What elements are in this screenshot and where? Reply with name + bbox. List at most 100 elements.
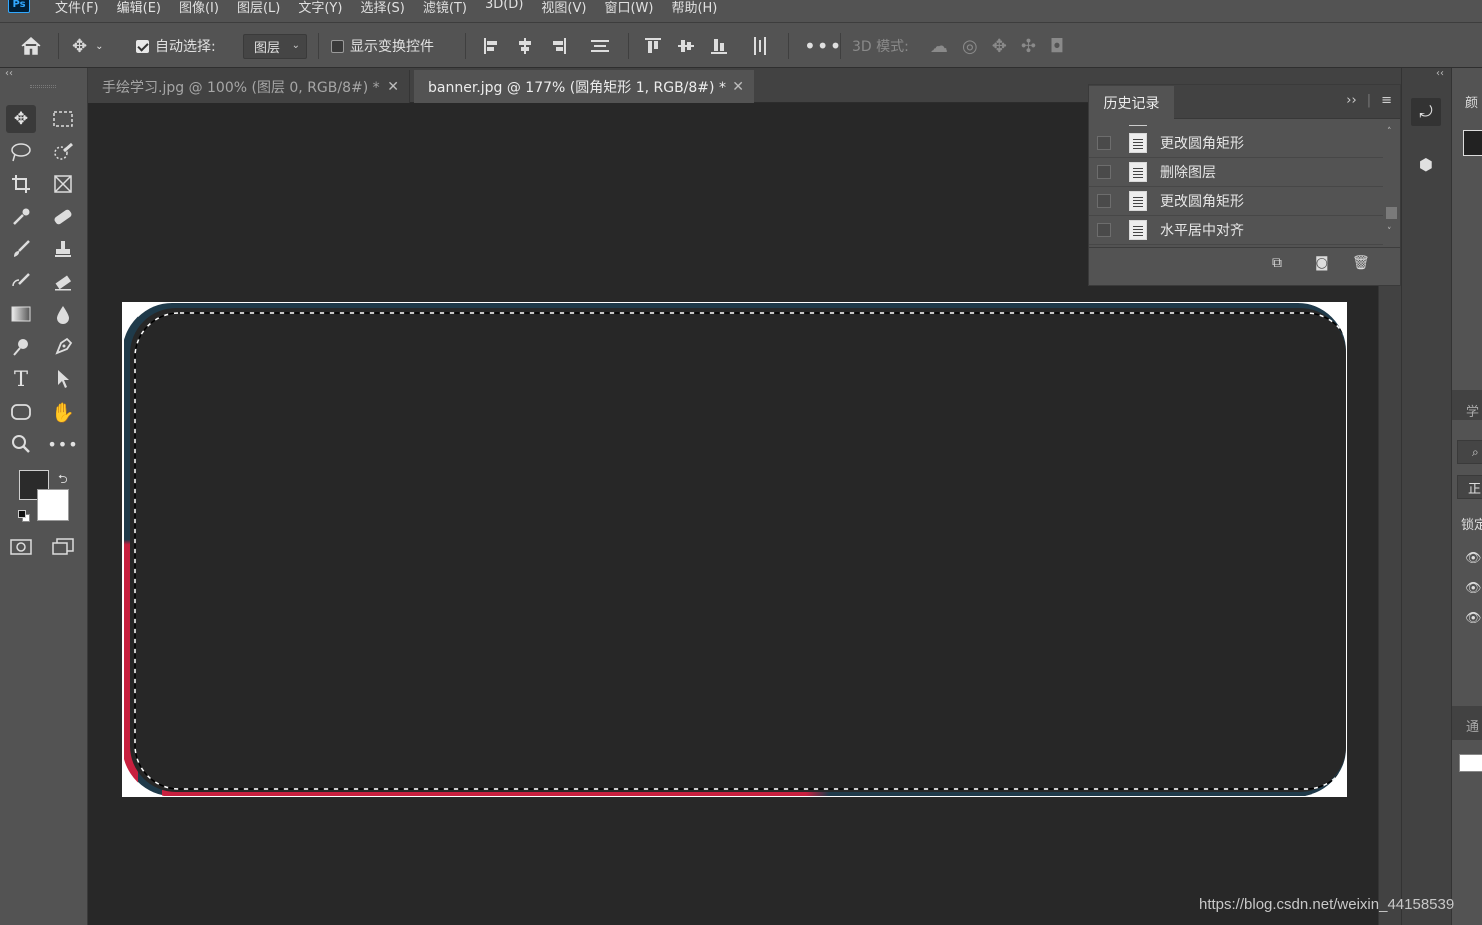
default-colors-icon[interactable] — [18, 510, 31, 523]
close-icon[interactable]: ✕ — [387, 79, 399, 95]
collapse-arrows-icon[interactable]: ‹‹ — [1436, 68, 1444, 79]
channel-thumbnail[interactable] — [1459, 754, 1482, 772]
align-vertical-center-icon[interactable] — [677, 37, 695, 55]
camera-3d-icon[interactable]: ◘ — [1050, 36, 1064, 57]
history-item[interactable]: 删除图层 — [1089, 158, 1383, 187]
panel-menu-icon[interactable]: ≡ — [1381, 93, 1392, 108]
collapse-arrows-icon[interactable]: ‹‹ — [5, 68, 13, 79]
eye-icon[interactable]: 👁 — [1465, 551, 1482, 566]
menu-layer[interactable]: 图层(L) — [237, 0, 280, 16]
orbit-3d-icon[interactable]: ☁ — [930, 36, 948, 57]
history-item[interactable]: 更改圆角矩形 — [1089, 187, 1383, 216]
lasso-tool-icon[interactable] — [6, 138, 36, 166]
marquee-tool-icon[interactable] — [48, 105, 78, 133]
healing-brush-tool-icon[interactable] — [48, 203, 78, 231]
quick-mask-icon[interactable] — [6, 533, 36, 561]
scroll-up-icon[interactable]: ˄ — [1387, 127, 1392, 137]
scrollbar-thumb[interactable] — [1386, 207, 1397, 219]
brush-tool-icon[interactable] — [6, 235, 36, 263]
history-brush-tool-icon[interactable] — [6, 268, 36, 296]
eraser-tool-icon[interactable] — [48, 268, 78, 296]
quick-selection-tool-icon[interactable] — [48, 138, 78, 166]
learn-panel-tab[interactable]: 学 — [1466, 401, 1479, 420]
align-top-icon[interactable] — [644, 37, 662, 55]
align-left-icon[interactable] — [483, 37, 501, 55]
history-brush-source-checkbox[interactable] — [1097, 194, 1111, 208]
zoom-tool-icon[interactable] — [6, 430, 36, 458]
eyedropper-tool-icon[interactable] — [6, 203, 36, 231]
screen-mode-icon[interactable] — [48, 533, 78, 561]
3d-mode-label: 3D 模式: — [852, 39, 909, 55]
chevron-down-icon: ⌄ — [291, 40, 300, 51]
history-panel-header: 历史记录 ›› | ≡ — [1089, 85, 1400, 119]
background-color-swatch[interactable] — [37, 489, 69, 521]
options-bar: ✥ ⌄ 自动选择: 图层 ⌄ 显示变换控件 ••• 3D 模式: ☁ ◎ ✥ ✣ … — [0, 22, 1482, 68]
history-brush-source-checkbox[interactable] — [1097, 165, 1111, 179]
home-icon[interactable] — [20, 23, 42, 69]
gradient-tool-icon[interactable] — [6, 300, 36, 328]
history-item[interactable]: 水平居中对齐 — [1089, 216, 1383, 245]
clone-stamp-tool-icon[interactable] — [48, 235, 78, 263]
collapse-panel-icon[interactable]: ›› — [1346, 93, 1356, 108]
separator — [465, 33, 466, 59]
frame-tool-icon[interactable] — [48, 170, 78, 198]
new-document-from-state-icon[interactable]: ⧉ — [1272, 255, 1282, 271]
menu-view[interactable]: 视图(V) — [541, 0, 586, 16]
crop-tool-icon[interactable] — [6, 170, 36, 198]
hand-tool-icon[interactable]: ✋ — [48, 398, 78, 426]
search-icon[interactable]: ⌕ — [1457, 440, 1482, 464]
distribute-vertical-icon[interactable] — [751, 23, 769, 69]
menu-edit[interactable]: 编辑(E) — [117, 0, 161, 16]
scroll-down-icon[interactable]: ˅ — [1387, 227, 1392, 237]
auto-select-target-dropdown[interactable]: 图层 ⌄ — [243, 34, 307, 59]
menu-file[interactable]: 文件(F) — [55, 0, 99, 16]
auto-select-checkbox[interactable]: 自动选择: — [136, 23, 216, 69]
align-bottom-icon[interactable] — [710, 37, 728, 55]
3d-panel-icon[interactable]: ⬢ — [1411, 150, 1441, 178]
show-transform-checkbox[interactable]: 显示变换控件 — [331, 23, 434, 69]
color-swatch[interactable] — [1463, 130, 1482, 156]
menu-image[interactable]: 图像(I) — [179, 0, 219, 16]
document-canvas[interactable] — [122, 302, 1347, 797]
edit-toolbar-icon[interactable]: ••• — [47, 430, 78, 458]
distribute-horizontal-icon[interactable] — [590, 23, 610, 69]
menu-type[interactable]: 文字(Y) — [298, 0, 342, 16]
pen-tool-icon[interactable] — [48, 333, 78, 361]
history-panel-title[interactable]: 历史记录 — [1089, 86, 1174, 119]
close-icon[interactable]: ✕ — [732, 79, 744, 95]
history-brush-source-checkbox[interactable] — [1097, 223, 1111, 237]
move-tool-icon[interactable]: ✥ — [6, 105, 36, 133]
tab-document-2[interactable]: banner.jpg @ 177% (圆角矩形 1, RGB/8#) * ✕ — [414, 70, 754, 103]
align-right-icon[interactable] — [549, 37, 567, 55]
history-brush-source-checkbox[interactable] — [1097, 136, 1111, 150]
path-selection-tool-icon[interactable] — [48, 365, 78, 393]
color-panel-tab[interactable]: 颜 — [1465, 92, 1478, 111]
channels-panel-tab[interactable]: 通 — [1466, 716, 1479, 735]
type-tool-icon[interactable]: T — [6, 365, 36, 393]
tab-document-1[interactable]: 手绘学习.jpg @ 100% (图层 0, RGB/8#) * ✕ — [88, 70, 410, 103]
move-tool-preset-icon[interactable]: ✥ ⌄ — [72, 23, 103, 69]
new-snapshot-icon[interactable]: ◙ — [1315, 255, 1329, 271]
rectangle-tool-icon[interactable] — [6, 398, 36, 426]
history-scrollbar[interactable]: ˄ ˅ — [1385, 127, 1398, 243]
menu-window[interactable]: 窗口(W) — [604, 0, 653, 16]
dodge-tool-icon[interactable] — [6, 333, 36, 361]
menu-help[interactable]: 帮助(H) — [671, 0, 717, 16]
menu-3d[interactable]: 3D(D) — [485, 0, 523, 16]
blur-tool-icon[interactable] — [48, 300, 78, 328]
panel-grip[interactable] — [30, 85, 56, 88]
roll-3d-icon[interactable]: ◎ — [962, 36, 978, 57]
align-vertical-buttons — [644, 23, 728, 69]
eye-icon[interactable]: 👁 — [1465, 611, 1482, 626]
history-panel-icon[interactable]: ⤾ — [1411, 98, 1441, 126]
eye-icon[interactable]: 👁 — [1465, 581, 1482, 596]
more-options-icon[interactable]: ••• — [804, 23, 842, 69]
align-horizontal-center-icon[interactable] — [516, 37, 534, 55]
swap-colors-icon[interactable]: ⮌ — [58, 470, 68, 491]
pan-3d-icon[interactable]: ✥ — [992, 36, 1007, 57]
menu-filter[interactable]: 滤镜(T) — [423, 0, 467, 16]
delete-state-icon[interactable]: 🗑 — [1352, 255, 1370, 271]
history-item[interactable]: 更改圆角矩形 — [1089, 129, 1383, 158]
slide-3d-icon[interactable]: ✣ — [1021, 36, 1036, 57]
menu-select[interactable]: 选择(S) — [360, 0, 404, 16]
